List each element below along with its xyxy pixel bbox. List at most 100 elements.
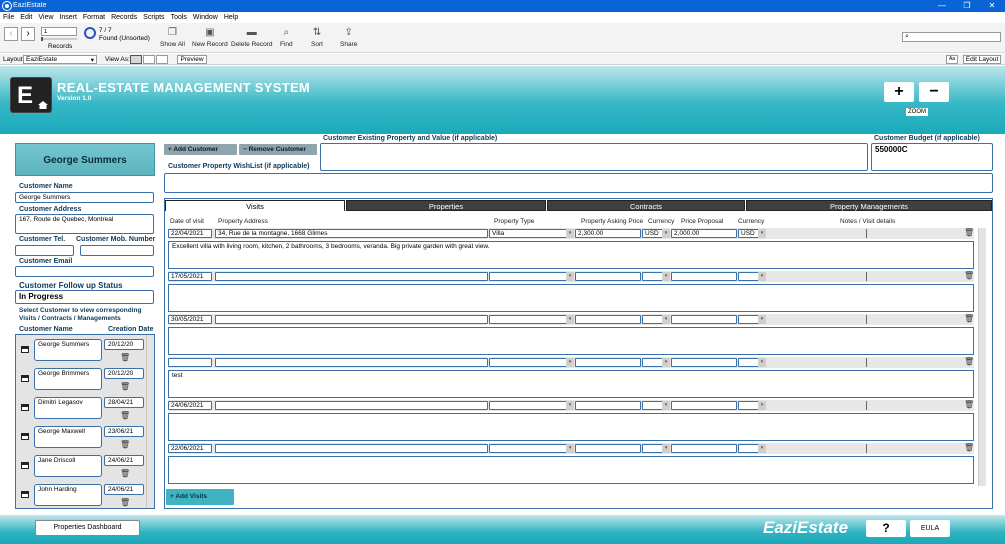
menu-insert[interactable]: Insert — [56, 12, 80, 23]
trash-icon[interactable]: 🗑 — [964, 314, 974, 323]
dropdown-arrow-icon[interactable]: ▾ — [566, 401, 574, 410]
menu-edit[interactable]: Edit — [17, 12, 35, 23]
menu-records[interactable]: Records — [108, 12, 140, 23]
customer-list-row[interactable]: John Harding 24/06/21 🗑 — [16, 482, 144, 511]
customer-address-field[interactable]: 167, Route de Quebec, Montreal — [15, 214, 154, 234]
dropdown-arrow-icon[interactable]: ▾ — [566, 315, 574, 324]
trash-icon[interactable]: 🗑 — [964, 271, 974, 280]
next-record-button[interactable]: › — [21, 27, 35, 41]
list-creation-date[interactable]: 20/12/20 — [104, 339, 144, 350]
customer-list-row[interactable]: Dimitri Legasov 28/04/21 🗑 — [16, 395, 144, 424]
visit-proposal-field[interactable] — [671, 272, 737, 281]
trash-icon[interactable]: 🗑 — [120, 440, 130, 449]
maximize-button[interactable]: ❐ — [955, 0, 979, 12]
visit-asking-price-field[interactable] — [575, 401, 641, 410]
add-customer-button[interactable]: + Add Customer — [164, 144, 237, 155]
dropdown-arrow-icon[interactable]: ▾ — [662, 229, 670, 238]
properties-dashboard-button[interactable]: Properties Dashboard — [35, 520, 140, 536]
edit-layout-button[interactable]: Edit Layout — [963, 55, 1001, 64]
dropdown-arrow-icon[interactable]: ▾ — [662, 401, 670, 410]
list-customer-name[interactable]: George Summers — [34, 339, 102, 361]
visit-asking-price-field[interactable] — [575, 358, 641, 367]
visit-date-field[interactable] — [168, 358, 212, 367]
list-creation-date[interactable]: 24/06/21 — [104, 484, 144, 495]
trash-icon[interactable]: 🗑 — [120, 498, 130, 507]
menu-help[interactable]: Help — [221, 12, 241, 23]
visit-type-field[interactable] — [489, 358, 574, 367]
dropdown-arrow-icon[interactable]: ▾ — [662, 315, 670, 324]
visits-scrollbar[interactable] — [978, 228, 986, 486]
trash-icon[interactable]: 🗑 — [120, 411, 130, 420]
visit-address-field[interactable] — [215, 315, 488, 324]
dropdown-arrow-icon[interactable]: ▾ — [758, 358, 766, 367]
menu-tools[interactable]: Tools — [168, 12, 190, 23]
visit-address-field[interactable] — [215, 272, 488, 281]
visit-notes-field[interactable] — [168, 327, 974, 355]
visit-type-field[interactable] — [489, 315, 574, 324]
layout-select[interactable]: EaziEstate ▾ — [23, 55, 97, 64]
dropdown-arrow-icon[interactable]: ▾ — [758, 229, 766, 238]
list-creation-date[interactable]: 23/06/21 — [104, 426, 144, 437]
visit-proposal-field[interactable]: 2,000.00 — [671, 229, 737, 238]
customer-mob-field[interactable] — [80, 245, 154, 256]
customer-tel-field[interactable] — [15, 245, 74, 256]
visit-notes-field[interactable]: test — [168, 370, 974, 398]
visit-notes-field[interactable]: Excellent villa with living room, kitche… — [168, 241, 974, 269]
dropdown-arrow-icon[interactable]: ▾ — [758, 444, 766, 453]
help-button[interactable]: ? — [866, 520, 906, 537]
record-slider[interactable] — [41, 37, 77, 41]
prev-record-button[interactable]: ‹ — [4, 27, 18, 41]
eula-button[interactable]: EULA — [910, 520, 950, 537]
existing-property-field[interactable] — [320, 143, 868, 171]
tab-property-managements[interactable]: Property Managements — [746, 200, 992, 211]
visit-address-field[interactable]: 34, Rue de la montagne, 1668 Glimes — [215, 229, 488, 238]
visit-type-field[interactable]: Villa — [489, 229, 574, 238]
customer-name-field[interactable]: George Summers — [15, 192, 154, 203]
list-customer-name[interactable]: George Maxwell — [34, 426, 102, 448]
menu-file[interactable]: File — [0, 12, 17, 23]
dropdown-arrow-icon[interactable]: ▾ — [566, 272, 574, 281]
visit-type-field[interactable] — [489, 272, 574, 281]
customer-list-row[interactable]: George Summers 20/12/20 🗑 — [16, 337, 144, 366]
dropdown-arrow-icon[interactable]: ▾ — [758, 401, 766, 410]
tab-visits[interactable]: Visits — [165, 200, 345, 211]
wishlist-field[interactable] — [164, 173, 993, 193]
list-creation-date[interactable]: 28/04/21 — [104, 397, 144, 408]
visit-date-field[interactable]: 17/05/2021 — [168, 272, 212, 281]
remove-customer-button[interactable]: − Remove Customer — [239, 144, 317, 155]
visit-type-field[interactable] — [489, 401, 574, 410]
follow-up-status-field[interactable]: In Progress — [15, 290, 154, 304]
trash-icon[interactable]: 🗑 — [120, 469, 130, 478]
zoom-out-button[interactable]: − — [919, 82, 949, 102]
list-creation-date[interactable]: 20/12/20 — [104, 368, 144, 379]
visit-proposal-field[interactable] — [671, 315, 737, 324]
share-button[interactable]: ⇪ Share — [340, 27, 357, 48]
dropdown-arrow-icon[interactable]: ▾ — [566, 229, 574, 238]
visit-type-field[interactable] — [489, 444, 574, 453]
customer-email-field[interactable] — [15, 266, 154, 277]
visit-proposal-field[interactable] — [671, 401, 737, 410]
visit-notes-field[interactable] — [168, 413, 974, 441]
visit-date-field[interactable]: 24/06/2021 — [168, 401, 212, 410]
zoom-in-button[interactable]: + — [884, 82, 914, 102]
formatting-bar-button[interactable]: Aa — [946, 55, 958, 64]
trash-icon[interactable]: 🗑 — [964, 357, 974, 366]
view-form-icon[interactable] — [130, 55, 142, 64]
list-customer-name[interactable]: George Brimmers — [34, 368, 102, 390]
customer-list-row[interactable]: George Brimmers 20/12/20 🗑 — [16, 366, 144, 395]
view-list-icon[interactable] — [143, 55, 155, 64]
list-creation-date[interactable]: 24/06/21 — [104, 455, 144, 466]
find-button[interactable]: ⌕ Find — [280, 27, 293, 48]
trash-icon[interactable]: 🗑 — [120, 353, 130, 362]
add-visits-button[interactable]: + Add Visits — [166, 489, 234, 505]
visit-proposal-field[interactable] — [671, 358, 737, 367]
visit-date-field[interactable]: 30/05/2021 — [168, 315, 212, 324]
visit-asking-price-field[interactable] — [575, 444, 641, 453]
visit-date-field[interactable]: 22/06/2021 — [168, 444, 212, 453]
tab-contracts[interactable]: Contracts — [547, 200, 745, 211]
tab-properties[interactable]: Properties — [346, 200, 546, 211]
visit-address-field[interactable] — [215, 401, 488, 410]
delete-record-button[interactable]: ▬ Delete Record — [231, 27, 273, 48]
view-table-icon[interactable] — [156, 55, 168, 64]
dropdown-arrow-icon[interactable]: ▾ — [566, 358, 574, 367]
